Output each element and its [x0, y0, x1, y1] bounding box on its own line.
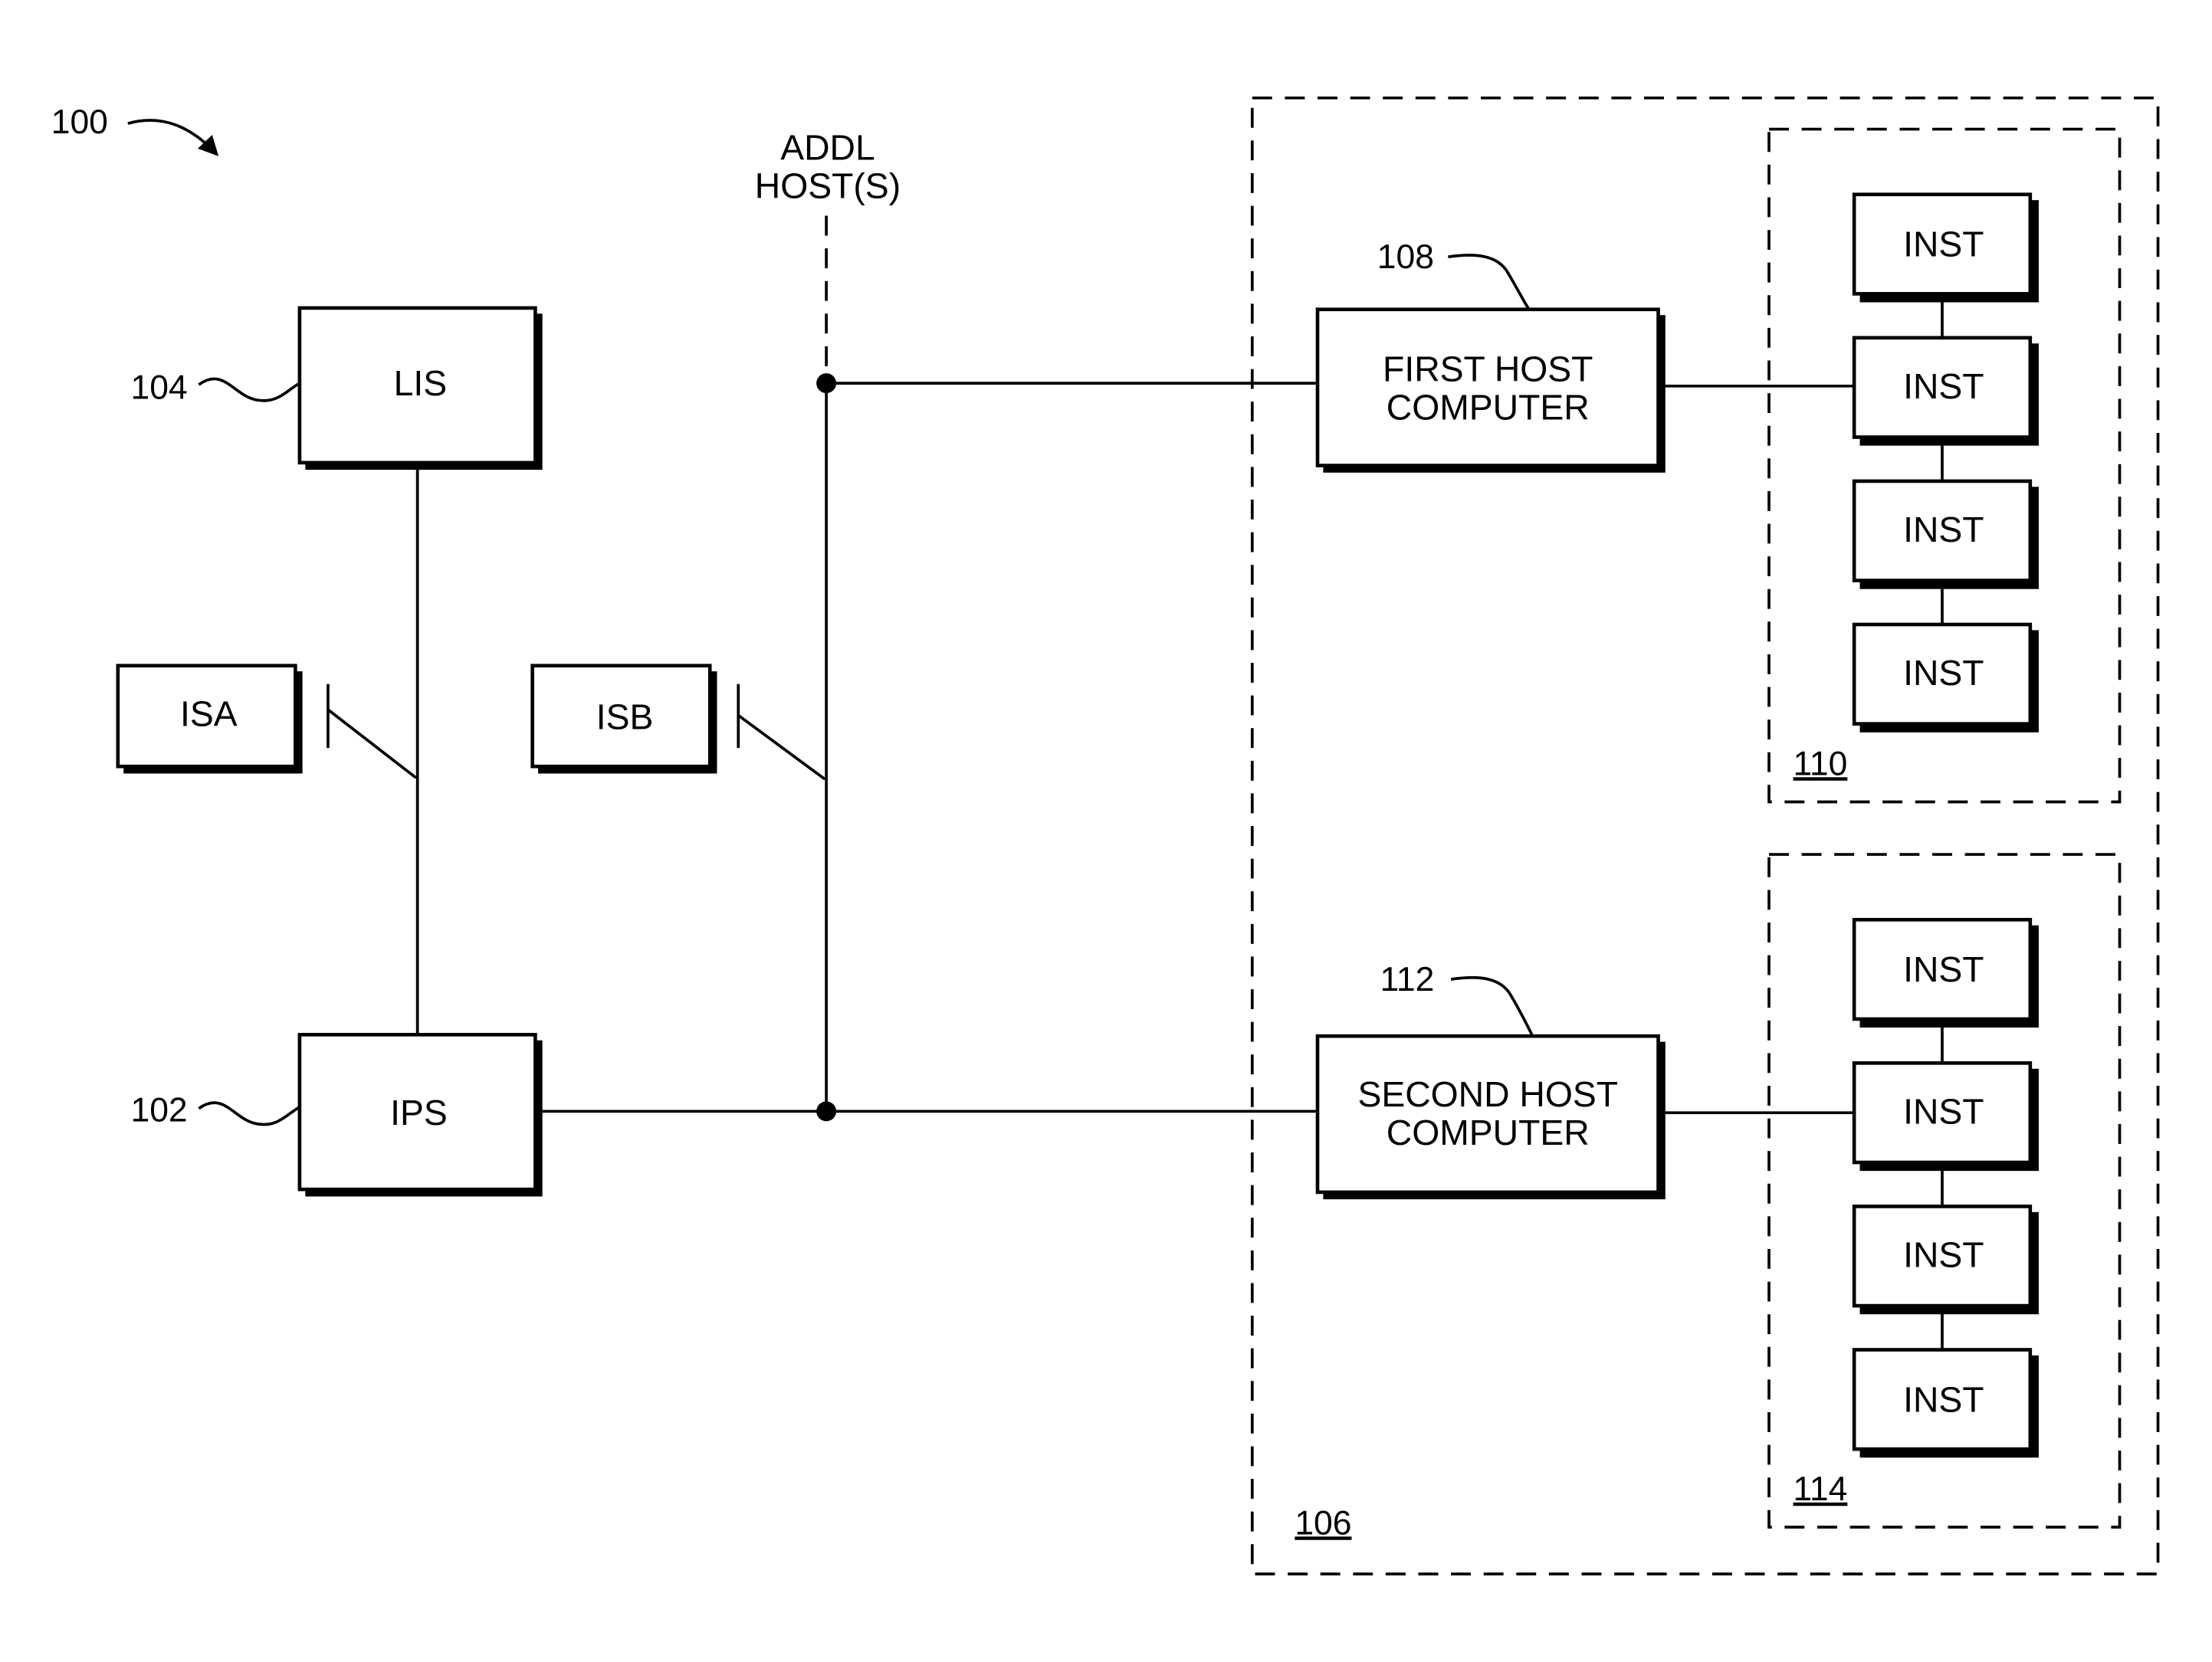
inst-box[interactable]: INST [1852, 1348, 2039, 1458]
inst-label: INST [1903, 653, 1984, 693]
ips-ref-leader [198, 1101, 300, 1126]
switch-a-lever [327, 708, 417, 779]
first-host-ref-leader [1448, 254, 1531, 310]
ips-block[interactable]: IPS [297, 1032, 543, 1197]
inst-label: INST [1903, 510, 1984, 549]
host-group-ref: 106 [1295, 1504, 1351, 1542]
junction-dot-top [816, 373, 837, 394]
isb-label: ISB [596, 697, 654, 736]
lis-ref: 104 [130, 369, 187, 406]
inst-box[interactable]: INST [1852, 622, 2039, 733]
lis-block[interactable]: LIS [297, 306, 543, 470]
addl-hosts-label-2: HOST(S) [755, 166, 901, 206]
addl-hosts-label-1: ADDL [780, 128, 875, 168]
second-host-ref-leader [1450, 975, 1534, 1036]
ips-label: IPS [390, 1093, 448, 1133]
inst-label: INST [1903, 366, 1984, 406]
first-host-label-2: COMPUTER [1387, 388, 1590, 428]
inst-label: INST [1903, 225, 1984, 264]
inst-group-114-ref: 114 [1793, 1470, 1847, 1508]
inst-label: INST [1903, 949, 1984, 989]
ips-ref: 102 [130, 1091, 187, 1129]
inst-label: INST [1903, 1379, 1984, 1419]
first-host-ref: 108 [1377, 238, 1434, 276]
isa-label: ISA [180, 694, 238, 734]
figure-ref: 100 [51, 103, 108, 141]
system-diagram: 100 ADDL HOST(S) LIS 104 IPS 102 ISA ISB [51, 96, 2160, 1576]
lis-ref-leader [198, 377, 300, 402]
inst-label: INST [1903, 1091, 1984, 1131]
first-host-label-1: FIRST HOST [1383, 349, 1593, 389]
switch-b-lever [737, 714, 826, 781]
junction-dot-bottom [816, 1101, 837, 1122]
inst-group-110-ref: 110 [1793, 745, 1847, 782]
inst-box[interactable]: INST [1852, 1061, 2039, 1172]
inst-box[interactable]: INST [1852, 479, 2039, 589]
figure-ref-arrow [127, 119, 219, 156]
inst-box[interactable]: INST [1852, 917, 2039, 1028]
second-host-label-1: SECOND HOST [1357, 1074, 1618, 1114]
second-host-ref: 112 [1380, 961, 1434, 998]
inst-box[interactable]: INST [1852, 192, 2039, 303]
inst-box[interactable]: INST [1852, 336, 2039, 446]
lis-label: LIS [394, 363, 448, 403]
second-host-label-2: COMPUTER [1387, 1113, 1590, 1152]
isa-block[interactable]: ISA [116, 664, 303, 774]
inst-box[interactable]: INST [1852, 1205, 2039, 1315]
inst-label: INST [1903, 1234, 1984, 1274]
first-host-computer[interactable]: FIRST HOST COMPUTER [1315, 307, 1666, 473]
isb-block[interactable]: ISB [530, 664, 717, 774]
second-host-computer[interactable]: SECOND HOST COMPUTER [1315, 1034, 1666, 1200]
